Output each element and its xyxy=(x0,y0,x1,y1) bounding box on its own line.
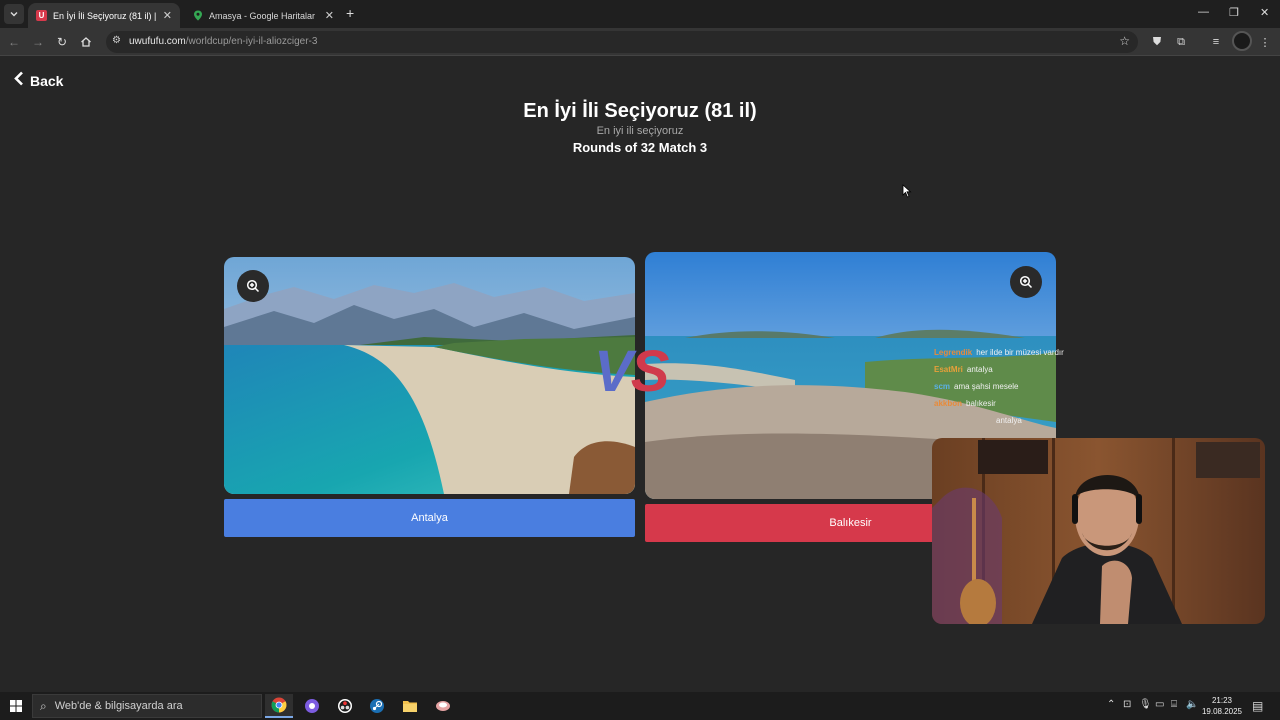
display-icon[interactable]: ▭ xyxy=(1155,699,1164,710)
right-choice-label: Balıkesir xyxy=(829,517,872,529)
chat-text: her ilde bir müzesi vardır xyxy=(976,348,1064,357)
chat-message: Legrendik her ilde bir müzesi vardır xyxy=(934,344,1064,361)
back-label: Back xyxy=(30,72,64,89)
chat-message: scm ama şahsi mesele xyxy=(934,378,1064,395)
vs-v: V xyxy=(594,339,633,404)
left-choice-image[interactable] xyxy=(224,257,635,494)
uwufufu-favicon-icon: U xyxy=(36,10,47,21)
close-tab-icon[interactable]: ✕ xyxy=(163,9,172,22)
chat-text: antalya xyxy=(996,416,1022,425)
chat-user: Legrendik xyxy=(934,348,973,357)
show-hidden-icons[interactable]: ⌃ xyxy=(1107,699,1115,710)
chevron-left-icon xyxy=(13,70,24,91)
chat-text: balıkesir xyxy=(966,399,996,408)
tab-google-maps[interactable]: Amasya - Google Haritalar ✕ xyxy=(184,3,342,28)
url-text: uwufufu.com/worldcup/en-iyi-il-aliozcige… xyxy=(129,36,318,47)
microphone-icon[interactable]: 🎙 xyxy=(1139,699,1152,710)
choose-left-button[interactable]: Antalya xyxy=(224,499,635,537)
restore-icon[interactable]: ❐ xyxy=(1229,6,1239,19)
zoom-in-button[interactable] xyxy=(237,270,269,302)
notifications-icon[interactable]: ▤ xyxy=(1252,699,1263,713)
extensions-icon[interactable]: ⧉ xyxy=(1173,34,1189,50)
page-title: En İyi İli Seçiyoruz (81 il) xyxy=(523,100,757,122)
stream-chat-overlay: Legrendik her ilde bir müzesi vardır Esat… xyxy=(934,344,1064,429)
app-taskbar-icon[interactable] xyxy=(429,694,457,718)
webcam-feed xyxy=(932,438,1265,624)
round-indicator: Rounds of 32 Match 3 xyxy=(572,140,708,155)
zoom-in-button[interactable] xyxy=(1010,266,1042,298)
back-arrow-icon[interactable]: ← xyxy=(5,33,23,51)
site-info-icon[interactable]: ⚙ xyxy=(112,35,126,49)
time: 21:23 xyxy=(1211,696,1233,705)
forward-arrow-icon[interactable]: → xyxy=(29,33,47,51)
chat-text: antalya xyxy=(966,365,993,374)
chevron-down-icon xyxy=(10,12,18,17)
vs-s: S xyxy=(630,339,670,404)
tab-title: En İyi İli Seçiyoruz (81 il) | UwUf xyxy=(53,10,157,21)
taskbar-search-placeholder: Web'de & bilgisayarda ara xyxy=(54,700,183,712)
file-explorer-taskbar-icon[interactable] xyxy=(396,694,424,718)
reload-icon[interactable]: ↻ xyxy=(53,33,71,51)
close-tab-icon[interactable]: ✕ xyxy=(325,9,334,22)
left-choice-label: Antalya xyxy=(411,512,448,524)
browser-toolbar: ← → ↻ ⚙ uwufufu.com/worldcup/en-iyi-il-a… xyxy=(0,28,1280,56)
page-header: En İyi İli Seçiyoruz (81 il) En iyi ili … xyxy=(0,98,1280,155)
window-close-icon[interactable]: ✕ xyxy=(1260,6,1269,19)
chat-text: ama şahsi mesele xyxy=(954,382,1019,391)
chat-message: antalya xyxy=(934,412,1064,429)
date: 19.08.2025 xyxy=(1201,707,1243,716)
address-bar[interactable]: ⚙ uwufufu.com/worldcup/en-iyi-il-aliozci… xyxy=(106,31,1138,53)
minimize-icon[interactable]: — xyxy=(1198,6,1209,18)
chat-message: akkbon balıkesir xyxy=(934,395,1064,412)
page-subtitle: En iyi ili seçiyoruz xyxy=(596,125,684,137)
new-tab-plus-icon[interactable]: + xyxy=(346,5,354,21)
tab-uwufufu[interactable]: U En İyi İli Seçiyoruz (81 il) | UwUf ✕ xyxy=(28,3,180,28)
media-control-icon[interactable]: ≡ xyxy=(1208,34,1224,50)
shield-icon[interactable]: ⛊ xyxy=(1149,34,1165,50)
webcam-overlay xyxy=(932,438,1265,624)
taskbar-clock[interactable]: 21:23 19.08.2025 xyxy=(1200,695,1244,717)
messenger-taskbar-icon[interactable] xyxy=(298,694,326,718)
chrome-taskbar-icon[interactable] xyxy=(265,694,293,718)
tab-search-button[interactable] xyxy=(4,4,24,24)
magnifier-plus-icon xyxy=(246,279,260,293)
tab-title: Amasya - Google Haritalar xyxy=(209,10,316,21)
network-icon[interactable]: ⌸ xyxy=(1171,699,1177,710)
search-icon: ⌕ xyxy=(40,698,47,713)
windows-start-icon[interactable] xyxy=(10,700,22,712)
chat-user: scm xyxy=(934,382,951,391)
tray-app-icon[interactable]: ⊡ xyxy=(1123,699,1131,710)
chat-user: akkbon xyxy=(934,399,963,408)
windows-taskbar: ⌕ Web'de & bilgisayarda ara ⌃ ⊡ 🎙 ▭ ⌸ 🔈 … xyxy=(0,692,1280,720)
steam-taskbar-icon[interactable] xyxy=(363,694,391,718)
mouse-cursor-icon xyxy=(902,184,912,198)
versus-label: VS xyxy=(594,338,670,405)
home-icon[interactable] xyxy=(77,33,95,51)
chat-message: EsatMri antalya xyxy=(934,361,1064,378)
antalya-photo xyxy=(224,257,635,494)
volume-icon[interactable]: 🔈 xyxy=(1186,699,1198,710)
magnifier-plus-icon xyxy=(1019,275,1033,289)
bookmark-star-icon[interactable]: ☆ xyxy=(1119,34,1130,48)
obs-taskbar-icon[interactable] xyxy=(331,694,359,718)
chat-user: EsatMri xyxy=(934,365,963,374)
map-pin-icon xyxy=(192,10,203,21)
profile-avatar[interactable] xyxy=(1232,31,1252,51)
back-button[interactable]: Back xyxy=(13,70,63,91)
browser-tabstrip: U En İyi İli Seçiyoruz (81 il) | UwUf ✕ … xyxy=(0,0,1280,28)
taskbar-search-box[interactable]: ⌕ Web'de & bilgisayarda ara xyxy=(32,694,262,718)
menu-dots-icon[interactable]: ⋮ xyxy=(1257,34,1273,50)
